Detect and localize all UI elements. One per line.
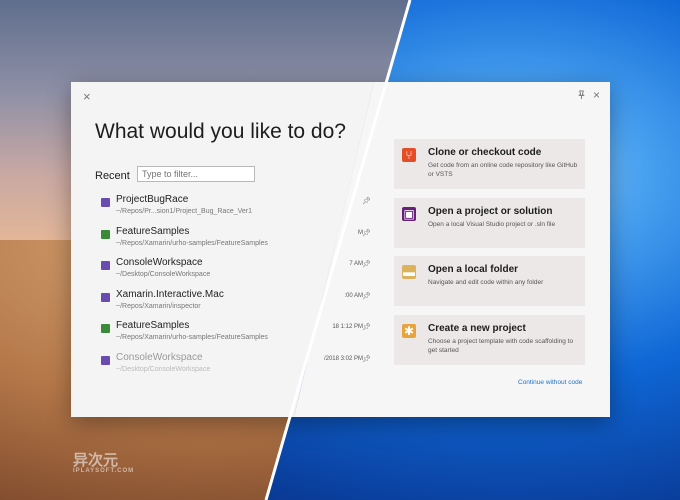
action-description: Navigate and edit code within any folder [428, 279, 544, 286]
action-description: Choose a project template with code scaf… [428, 338, 574, 354]
recent-item[interactable]: Xamarin.Interactive.Mac ~/Repos/Xamarin/i… [101, 289, 371, 321]
project-icon [101, 229, 110, 239]
watermark-logo: 异次元 IPLAYSOFT.COM [73, 449, 134, 474]
watermark-text: 异次元 [73, 452, 119, 469]
close-window-icon[interactable]: × [593, 88, 600, 102]
recent-list: ProjectBugRace ~/Repos/Pr...sion1/Project… [101, 194, 371, 383]
recent-item-time: 18 1:12 PM [332, 324, 363, 330]
recent-item[interactable]: FeatureSamples ~/Repos/Xamarin/urho-sampl… [101, 226, 371, 258]
recent-item-time: /2018 3:02 PM [323, 355, 363, 362]
recent-item-path: ~/Repos/Xamarin/urho-samples/FeatureSamp… [116, 239, 268, 247]
project-icon [101, 324, 110, 333]
start-window: × What would you like to do? Recent Proj… [71, 82, 610, 417]
recent-item[interactable]: ProjectBugRace ~/Repos/Pr...sion1/Project… [101, 194, 371, 226]
action-description: Get code from an online code repository … [428, 162, 578, 178]
action-description: Open a local Visual Studio project or .s… [428, 221, 556, 228]
pin-icon[interactable]: 📌︎ [362, 197, 371, 205]
recent-item-name: ConsoleWorkspace [116, 257, 203, 268]
new-project-icon: ✱ [402, 324, 416, 338]
git-icon: ⑂ [402, 148, 416, 162]
recent-item[interactable]: ConsoleWorkspace ~/Desktop/ConsoleWorkspa… [101, 257, 371, 289]
recent-item-path: ~/Repos/Pr...sion1/Project_Bug_Race_Ver1 [116, 208, 253, 215]
watermark-sub: IPLAYSOFT.COM [73, 468, 135, 474]
pin-icon[interactable]: 📌︎ [362, 323, 371, 331]
action-title: Create a new project [428, 323, 526, 334]
recent-item-path: ~/Desktop/ConsoleWorkspace [116, 271, 211, 278]
project-icon [101, 292, 110, 302]
pin-icon[interactable]: 📌︎ [362, 229, 371, 237]
vs-project-icon: ▣ [402, 207, 416, 221]
action-title: Clone or checkout code [428, 147, 542, 158]
folder-icon: ▬ [402, 265, 416, 279]
pin-icon[interactable]: 📌︎ [362, 292, 371, 300]
action-card-2[interactable]: ▣ Open a project or solution Open a local … [394, 198, 585, 248]
pin-icon[interactable]: 📌︎ [362, 355, 371, 363]
recent-item-path: ~/Repos/Xamarin/urho-samples/FeatureSamp… [116, 334, 268, 341]
action-card-3[interactable]: ▬ Open a local folder Navigate and edit co… [394, 256, 585, 306]
recent-item[interactable]: ConsoleWorkspace ~/Desktop/ConsoleWorkspa… [101, 352, 371, 384]
recent-item-path: ~/Desktop/ConsoleWorkspace [116, 365, 211, 373]
pin-icon[interactable] [577, 90, 586, 101]
action-title: Open a local folder [428, 264, 519, 275]
recent-item-time: 7 AM [349, 261, 363, 267]
page-title: What would you like to do? [95, 120, 346, 143]
recent-item[interactable]: FeatureSamples ~/Repos/Xamarin/urho-sampl… [101, 320, 371, 352]
action-card-1[interactable]: ⑂ Clone or checkout code Get code from an … [394, 139, 585, 189]
recent-item-name: FeatureSamples [116, 320, 190, 331]
action-card-4[interactable]: ✱ Create a new project Choose a project te… [394, 315, 585, 365]
project-icon [101, 198, 110, 207]
pin-icon[interactable]: 📌︎ [362, 260, 371, 268]
filter-input[interactable] [137, 166, 255, 182]
continue-without-code-link[interactable]: Continue without code [518, 379, 582, 386]
project-icon [101, 261, 110, 270]
recent-label: Recent [95, 170, 130, 182]
close-icon[interactable]: × [83, 90, 97, 104]
recent-item-path: ~/Repos/Xamarin/inspector [116, 302, 201, 310]
recent-item-name: ProjectBugRace [116, 194, 189, 205]
recent-item-name: ConsoleWorkspace [116, 351, 203, 363]
action-title: Open a project or solution [428, 206, 553, 217]
recent-item-name: Xamarin.Interactive.Mac [116, 288, 224, 300]
recent-item-time: :00 AM [344, 292, 363, 299]
project-icon [101, 355, 110, 365]
recent-item-name: FeatureSamples [116, 225, 190, 237]
